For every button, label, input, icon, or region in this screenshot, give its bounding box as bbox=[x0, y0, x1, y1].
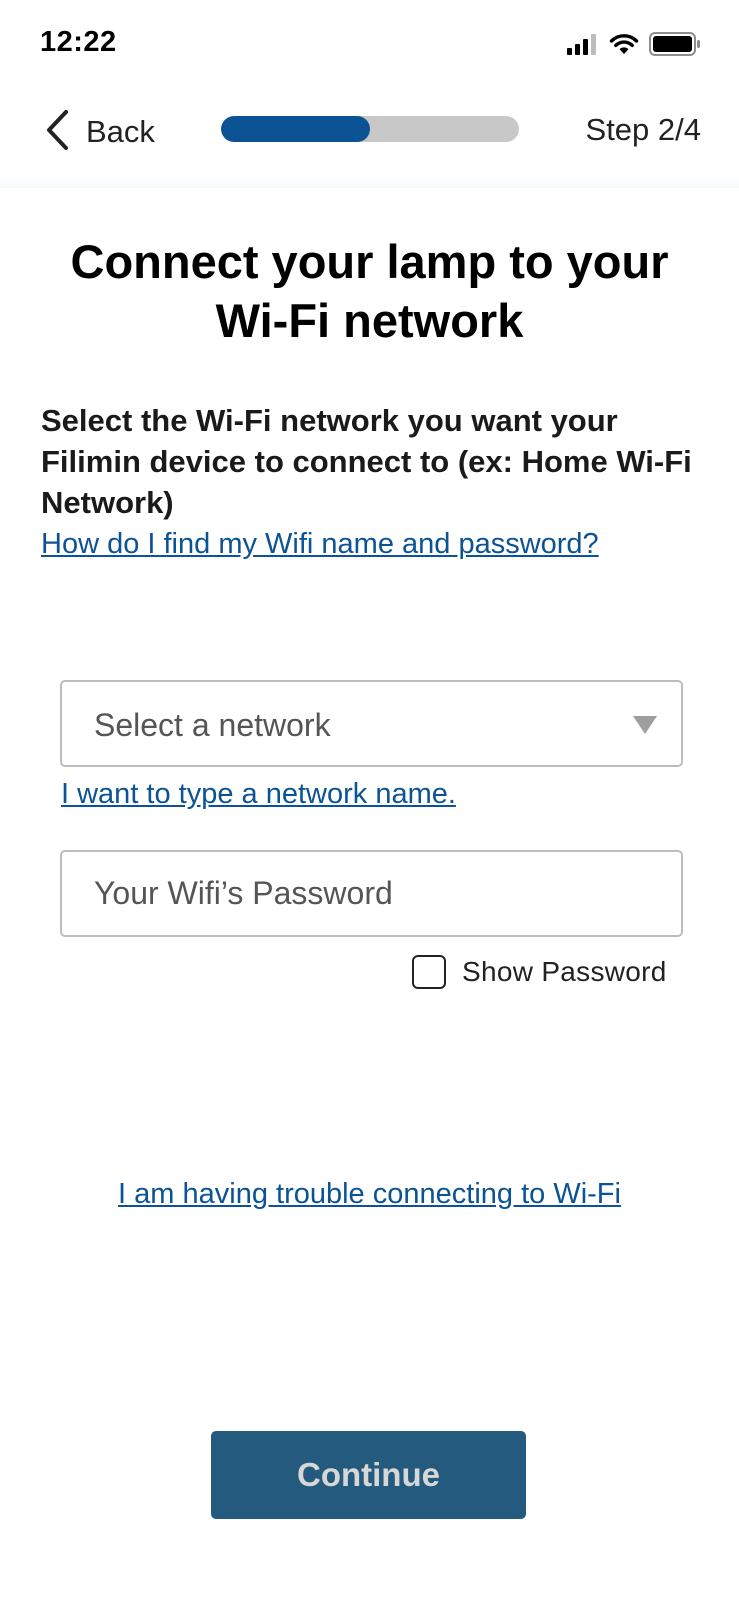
progress-bar bbox=[221, 116, 519, 142]
network-select[interactable]: Select a network bbox=[60, 680, 683, 767]
progress-fill bbox=[221, 116, 370, 142]
step-indicator: Step 2/4 bbox=[585, 112, 701, 147]
caret-down-icon bbox=[633, 716, 657, 734]
page-title: Connect your lamp to your Wi-Fi network bbox=[70, 235, 669, 347]
back-label: Back bbox=[86, 114, 155, 149]
back-button[interactable]: Back bbox=[44, 109, 155, 156]
wifi-setup-screen: 12:22 Back Step 2/4 Connect your lamp to… bbox=[0, 0, 739, 1600]
show-password-toggle[interactable]: Show Password bbox=[412, 955, 667, 989]
battery-icon bbox=[649, 32, 701, 56]
wifi-icon bbox=[609, 33, 639, 55]
type-network-name-link[interactable]: I want to type a network name. bbox=[61, 778, 456, 811]
status-time: 12:22 bbox=[40, 26, 117, 58]
instructions-text: Select the Wi-Fi network you want your F… bbox=[41, 403, 692, 520]
status-icons bbox=[567, 32, 701, 56]
signal-icon bbox=[567, 33, 599, 55]
nav-header: Back Step 2/4 bbox=[0, 90, 739, 188]
wifi-password-input[interactable] bbox=[60, 850, 683, 937]
continue-button[interactable]: Continue bbox=[211, 1431, 526, 1519]
chevron-left-icon bbox=[44, 109, 70, 156]
status-bar: 12:22 bbox=[0, 0, 739, 90]
find-wifi-help-link[interactable]: How do I find my Wifi name and password? bbox=[41, 528, 599, 561]
network-select-placeholder: Select a network bbox=[94, 707, 331, 743]
show-password-label: Show Password bbox=[462, 956, 667, 987]
show-password-checkbox[interactable] bbox=[412, 955, 446, 989]
wifi-trouble-link[interactable]: I am having trouble connecting to Wi-Fi bbox=[0, 1178, 739, 1211]
